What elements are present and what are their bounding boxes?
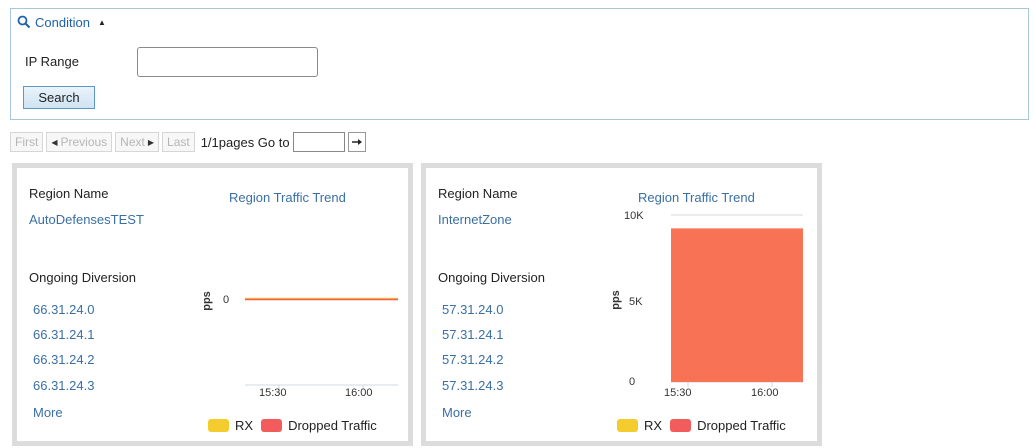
next-page-button[interactable]: Next ▶ bbox=[115, 132, 160, 152]
legend-label-dropped: Dropped Traffic bbox=[288, 418, 377, 433]
triangle-left-icon: ◀ bbox=[51, 137, 58, 147]
condition-toggle[interactable]: Condition ▲ bbox=[17, 14, 106, 30]
first-page-label: First bbox=[15, 135, 39, 149]
legend-label-rx: RX bbox=[644, 418, 663, 433]
region-card: Region Name InternetZone Region Traffic … bbox=[421, 163, 822, 446]
ip-range-label: IP Range bbox=[25, 54, 79, 69]
caret-up-icon: ▲ bbox=[97, 17, 106, 27]
y-tick-label: 0 bbox=[629, 376, 636, 388]
legend-label-rx: RX bbox=[235, 418, 254, 433]
chart-legend: RX Dropped Traffic bbox=[208, 418, 385, 433]
legend-item-dropped[interactable]: Dropped Traffic bbox=[261, 418, 377, 433]
y-tick-label: 10K bbox=[624, 210, 644, 222]
y-tick-label: 5K bbox=[629, 296, 643, 308]
x-tick-label: 16:00 bbox=[751, 387, 779, 399]
x-tick-label: 15:30 bbox=[259, 387, 287, 399]
triangle-right-icon: ▶ bbox=[147, 137, 155, 147]
x-tick-label: 15:30 bbox=[664, 387, 692, 399]
last-page-button[interactable]: Last bbox=[162, 132, 195, 152]
pagination-bar: First ◀ Previous Next ▶ Last 1/1pages Go t… bbox=[10, 131, 366, 153]
x-tick-label: 16:00 bbox=[345, 387, 373, 399]
legend-swatch-dropped bbox=[670, 419, 692, 432]
chart-legend: RX Dropped Traffic bbox=[617, 418, 794, 433]
legend-swatch-rx bbox=[208, 419, 229, 432]
legend-item-dropped[interactable]: Dropped Traffic bbox=[670, 418, 786, 433]
arrow-right-icon bbox=[351, 139, 362, 145]
legend-item-rx[interactable]: RX bbox=[617, 418, 662, 433]
region-card: Region Name AutoDefensesTEST Region Traf… bbox=[12, 163, 413, 446]
goto-page-input[interactable] bbox=[292, 132, 345, 152]
condition-panel: Condition ▲ IP Range Search bbox=[10, 8, 1029, 120]
last-page-label: Last bbox=[167, 135, 190, 149]
previous-page-label: Previous bbox=[60, 135, 108, 149]
legend-item-rx[interactable]: RX bbox=[208, 418, 253, 433]
ip-range-input[interactable] bbox=[137, 47, 318, 77]
y-axis-title: pps bbox=[609, 290, 622, 310]
first-page-button[interactable]: First bbox=[10, 132, 44, 152]
legend-swatch-rx bbox=[617, 419, 638, 432]
search-icon bbox=[17, 15, 31, 29]
y-axis-title: pps bbox=[200, 291, 213, 311]
series-area-dropped-traffic bbox=[671, 228, 803, 382]
previous-page-button[interactable]: ◀ Previous bbox=[46, 132, 113, 152]
page-info: 1/1pages Go to bbox=[200, 134, 290, 150]
legend-swatch-dropped bbox=[261, 419, 283, 432]
next-page-label: Next bbox=[120, 135, 145, 149]
y-tick-label: 0 bbox=[223, 294, 230, 306]
go-arrow-button[interactable] bbox=[347, 132, 366, 152]
search-button[interactable]: Search bbox=[23, 86, 95, 109]
legend-label-dropped: Dropped Traffic bbox=[697, 418, 786, 433]
condition-title: Condition bbox=[35, 14, 90, 30]
